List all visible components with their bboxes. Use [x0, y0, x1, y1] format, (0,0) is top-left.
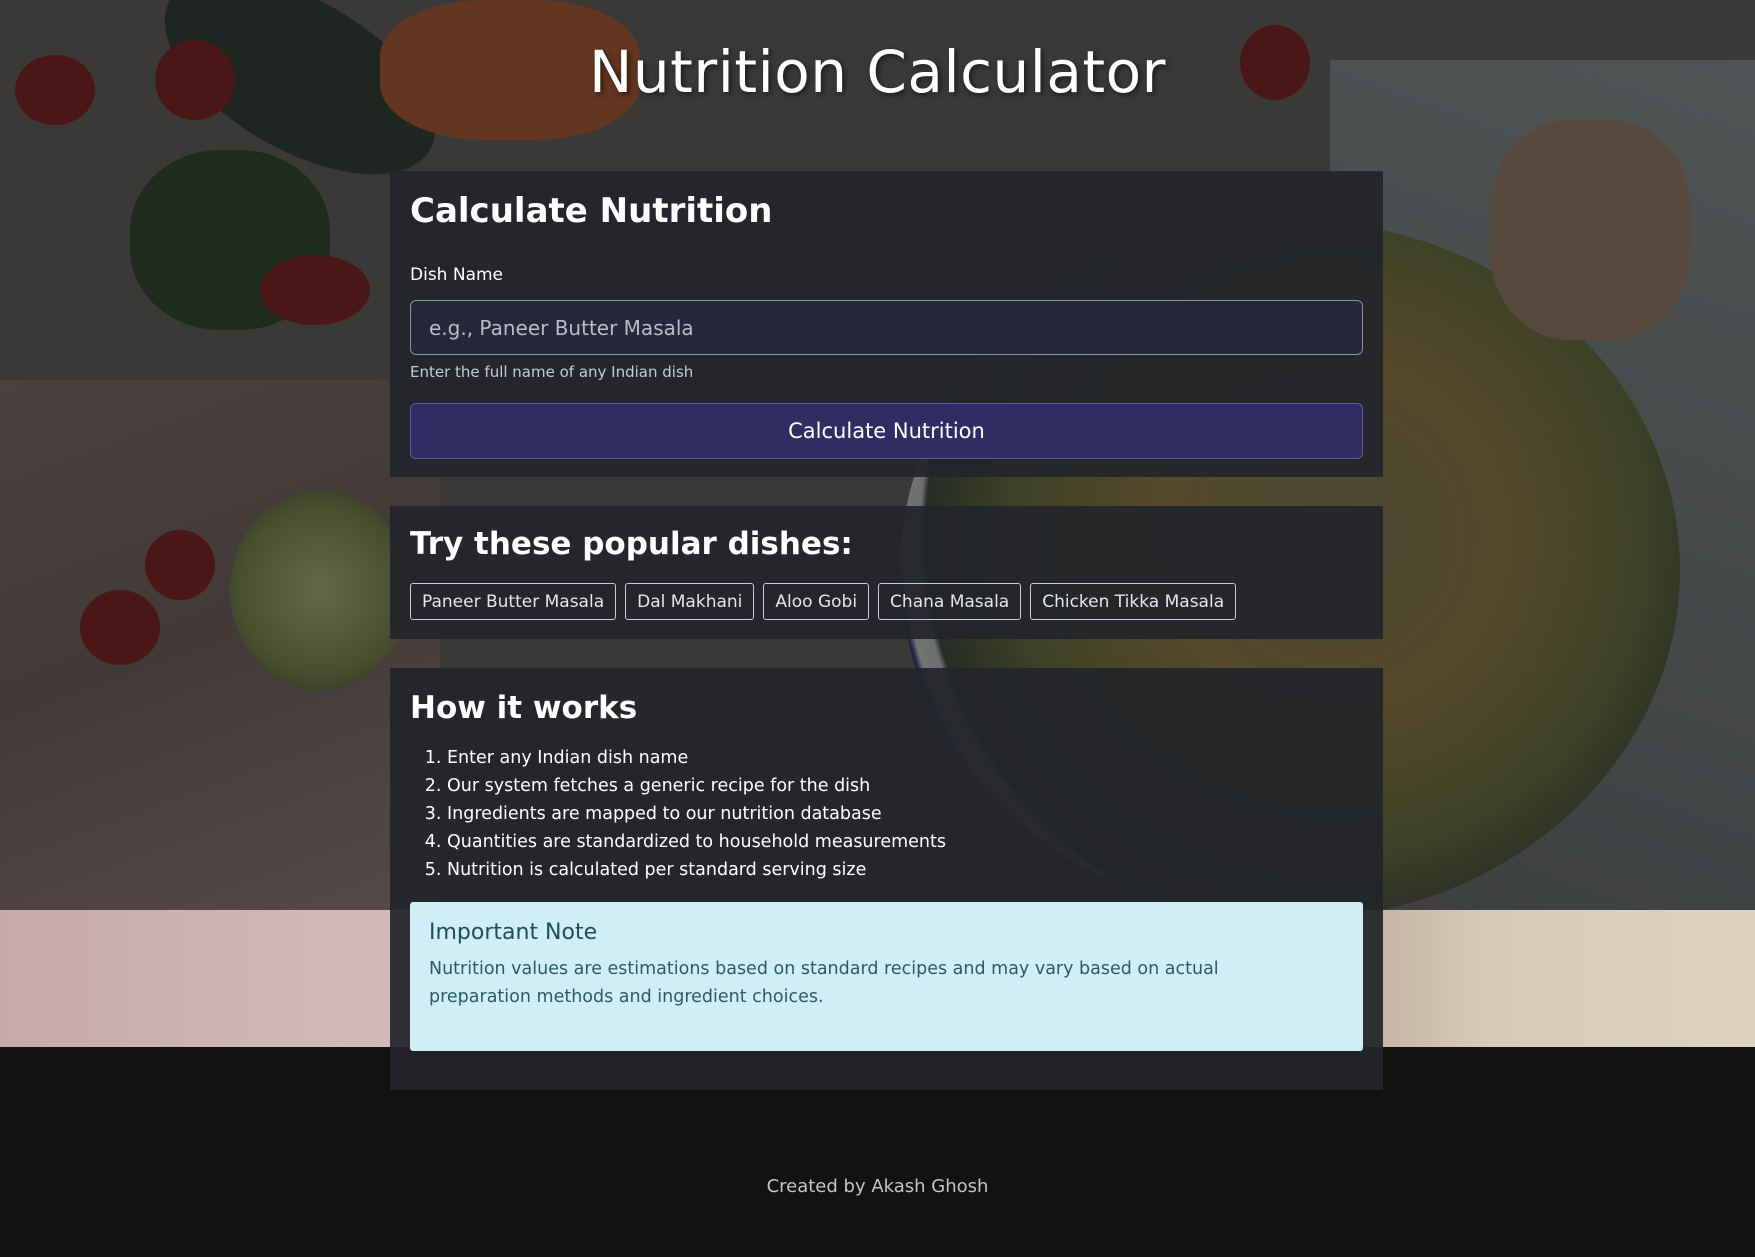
popular-heading: Try these popular dishes: — [410, 526, 853, 562]
calculate-heading: Calculate Nutrition — [410, 191, 773, 231]
calculate-button[interactable]: Calculate Nutrition — [410, 403, 1363, 459]
footer-credit: Created by Akash Ghosh — [766, 1176, 989, 1197]
steps-list: Enter any Indian dish name Our system fe… — [410, 744, 946, 884]
dish-name-label: Dish Name — [410, 265, 504, 285]
step-item: Enter any Indian dish name — [447, 744, 946, 772]
dish-chip[interactable]: Chicken Tikka Masala — [1030, 583, 1237, 620]
step-item: Quantities are standardized to household… — [447, 828, 946, 856]
dish-chip[interactable]: Paneer Butter Masala — [410, 583, 617, 620]
dish-name-input[interactable] — [410, 300, 1363, 355]
dish-name-hint: Enter the full name of any Indian dish — [410, 363, 694, 381]
dish-chip[interactable]: Chana Masala — [878, 583, 1022, 620]
important-note: Important Note Nutrition values are esti… — [410, 902, 1363, 1051]
popular-dishes-card: Try these popular dishes: Paneer Butter … — [390, 506, 1383, 639]
dish-chip[interactable]: Aloo Gobi — [763, 583, 870, 620]
step-item: Ingredients are mapped to our nutrition … — [447, 800, 946, 828]
note-text: Nutrition values are estimations based o… — [429, 959, 1219, 1007]
step-item: Nutrition is calculated per standard ser… — [447, 856, 946, 884]
step-item: Our system fetches a generic recipe for … — [447, 772, 946, 800]
how-it-works-card: How it works Enter any Indian dish name … — [390, 668, 1383, 1090]
page-title: Nutrition Calculator — [589, 38, 1166, 106]
popular-dishes-list: Paneer Butter Masala Dal Makhani Aloo Go… — [410, 583, 1237, 620]
note-title: Important Note — [429, 920, 598, 945]
calculate-card: Calculate Nutrition Dish Name Enter the … — [390, 171, 1383, 477]
how-it-works-heading: How it works — [410, 690, 638, 726]
dish-chip[interactable]: Dal Makhani — [625, 583, 755, 620]
